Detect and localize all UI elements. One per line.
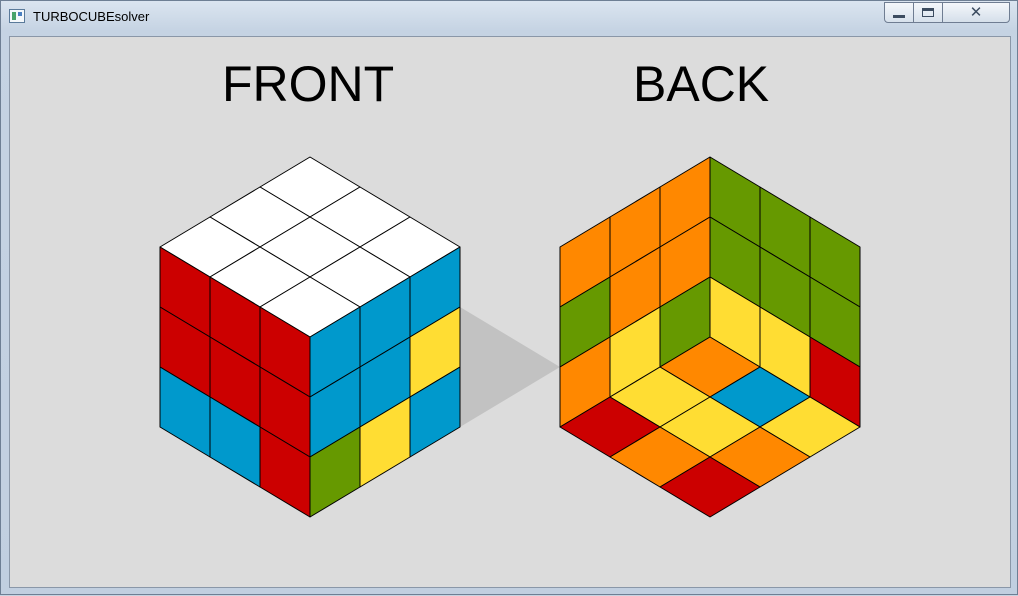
cube-shadow [460, 307, 560, 427]
cube-canvas [159, 156, 861, 518]
back-cube[interactable] [559, 156, 861, 518]
front-cube[interactable] [159, 156, 461, 518]
app-window: TURBOCUBEsolver ✕ FRONT BACK [0, 0, 1018, 595]
